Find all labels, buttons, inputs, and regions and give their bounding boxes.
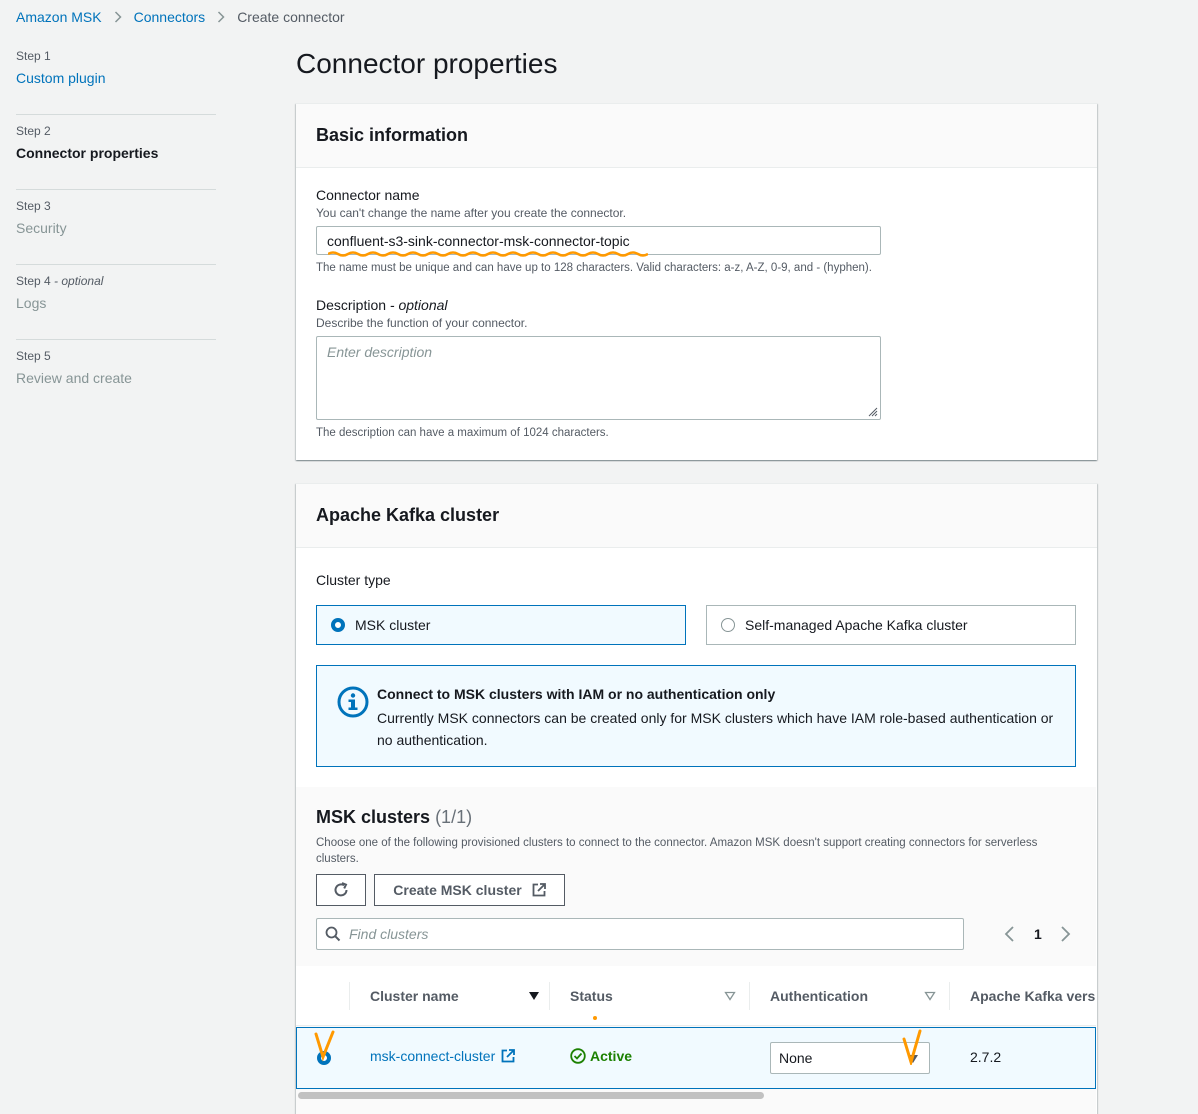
refresh-button[interactable] [316, 874, 366, 906]
step-title-security: Security [16, 220, 67, 236]
clusters-count: (1/1) [435, 807, 473, 827]
table-row[interactable]: msk-connect-cluster Active None 2.7.2 [296, 1027, 1096, 1089]
column-label: Status [570, 988, 613, 1004]
annotation-checkmark [902, 1029, 922, 1065]
step-number: Step 3 [16, 199, 51, 213]
info-alert: Connect to MSK clusters with IAM or no a… [316, 665, 1076, 767]
wizard-steps: Step 1 Custom plugin Step 2 Connector pr… [16, 40, 216, 415]
description-optional: - optional [386, 297, 448, 313]
step-optional: - optional [50, 274, 104, 288]
search-icon [325, 926, 341, 942]
description-textarea[interactable]: Enter description [316, 336, 881, 420]
kafka-cluster-panel: Apache Kafka cluster Cluster type MSK cl… [296, 483, 1097, 1114]
breadcrumb: Amazon MSK Connectors Create connector [16, 9, 345, 25]
radio-msk-cluster[interactable]: MSK cluster [316, 605, 686, 645]
breadcrumb-connectors[interactable]: Connectors [134, 9, 206, 25]
radio-button[interactable] [331, 618, 345, 632]
step-number: Step 4 [16, 274, 51, 288]
clusters-heading: MSK clusters (1/1) [316, 807, 472, 828]
table-header: Cluster name Status Authentication Apach… [296, 966, 1096, 1026]
sort-descending-icon[interactable] [528, 991, 540, 1001]
connector-name-label-group: Connector name You can't change the name… [316, 187, 626, 220]
search-placeholder: Find clusters [349, 926, 429, 942]
cluster-name-link[interactable]: msk-connect-cluster [370, 1048, 495, 1064]
panel-header: Apache Kafka cluster [296, 484, 1097, 548]
sort-icon[interactable] [924, 991, 936, 1001]
authentication-value: None [779, 1050, 813, 1066]
external-link-icon[interactable] [501, 1049, 516, 1063]
step-title-review: Review and create [16, 370, 132, 386]
radio-label: Self-managed Apache Kafka cluster [745, 617, 968, 633]
clusters-title: MSK clusters [316, 807, 431, 827]
radio-label: MSK cluster [355, 617, 431, 633]
description-hint: The description can have a maximum of 10… [316, 427, 609, 439]
next-page-icon[interactable] [1059, 926, 1071, 942]
step-title-logs: Logs [16, 295, 47, 311]
cluster-name-cell: msk-connect-cluster [370, 1048, 516, 1064]
basic-information-panel: Basic information Connector name You can… [296, 103, 1097, 460]
description-help: Describe the function of your connector. [316, 316, 528, 330]
step-5: Step 5 Review and create [16, 340, 216, 415]
scrollbar-thumb[interactable] [298, 1092, 764, 1099]
info-title: Connect to MSK clusters with IAM or no a… [377, 686, 776, 702]
status-value: Active [590, 1048, 633, 1064]
kafka-version-value: 2.7.2 [970, 1049, 1002, 1065]
annotation-dot [593, 1016, 597, 1020]
chevron-right-icon [114, 11, 122, 23]
connector-name-label: Connector name [316, 187, 420, 203]
page-title: Connector properties [296, 48, 558, 79]
create-msk-cluster-button[interactable]: Create MSK cluster [374, 874, 565, 906]
resize-handle-icon[interactable] [868, 407, 878, 417]
step-1: Step 1 Custom plugin [16, 40, 216, 115]
step-number: Step 1 [16, 49, 51, 63]
clusters-description: Choose one of the following provisioned … [316, 837, 1038, 865]
step-3: Step 3 Security [16, 190, 216, 265]
cluster-type-label: Cluster type [316, 572, 391, 588]
column-label: Apache Kafka versi [970, 988, 1096, 1004]
column-cluster-name[interactable]: Cluster name [370, 966, 540, 1026]
annotation-underline [328, 251, 648, 257]
column-label: Cluster name [370, 988, 459, 1004]
column-kafka-version[interactable]: Apache Kafka versi [970, 966, 1096, 1026]
horizontal-scrollbar[interactable] [296, 1089, 1096, 1101]
breadcrumb-current: Create connector [237, 9, 345, 25]
step-title-connector-properties: Connector properties [16, 145, 159, 161]
radio-button[interactable] [721, 618, 735, 632]
step-number: Step 2 [16, 124, 51, 138]
info-icon [337, 686, 369, 718]
create-button-label: Create MSK cluster [393, 882, 522, 898]
description-label: Description [316, 297, 387, 313]
panel-header: Basic information [296, 104, 1097, 168]
step-link-custom-plugin[interactable]: Custom plugin [16, 68, 216, 88]
chevron-right-icon [217, 11, 225, 23]
connector-name-hint: The name must be unique and can have up … [316, 262, 872, 274]
previous-page-icon[interactable] [1004, 926, 1016, 942]
status-cell: Active [570, 1048, 632, 1064]
column-label: Authentication [770, 988, 868, 1004]
breadcrumb-amazon-msk[interactable]: Amazon MSK [16, 9, 102, 25]
authentication-select[interactable]: None [770, 1029, 930, 1074]
external-link-icon [532, 883, 546, 897]
step-4: Step 4 - optional Logs [16, 265, 216, 340]
annotation-checkmark [314, 1030, 335, 1062]
description-placeholder: Enter description [327, 344, 433, 360]
refresh-icon [334, 882, 348, 897]
info-text: Currently MSK connectors can be created … [377, 710, 1054, 748]
column-authentication[interactable]: Authentication [770, 966, 936, 1026]
step-number: Step 5 [16, 349, 51, 363]
search-clusters-input[interactable]: Find clusters [316, 918, 964, 950]
page-number[interactable]: 1 [1034, 926, 1042, 942]
description-label-group: Description - optional Describe the func… [316, 297, 527, 330]
step-2: Step 2 Connector properties [16, 115, 216, 190]
connector-name-description: You can't change the name after you crea… [316, 206, 627, 220]
sort-icon[interactable] [724, 991, 736, 1001]
connector-name-value: confluent-s3-sink-connector-msk-connecto… [327, 232, 630, 249]
success-check-icon [570, 1048, 586, 1064]
radio-self-managed-cluster[interactable]: Self-managed Apache Kafka cluster [706, 605, 1076, 645]
